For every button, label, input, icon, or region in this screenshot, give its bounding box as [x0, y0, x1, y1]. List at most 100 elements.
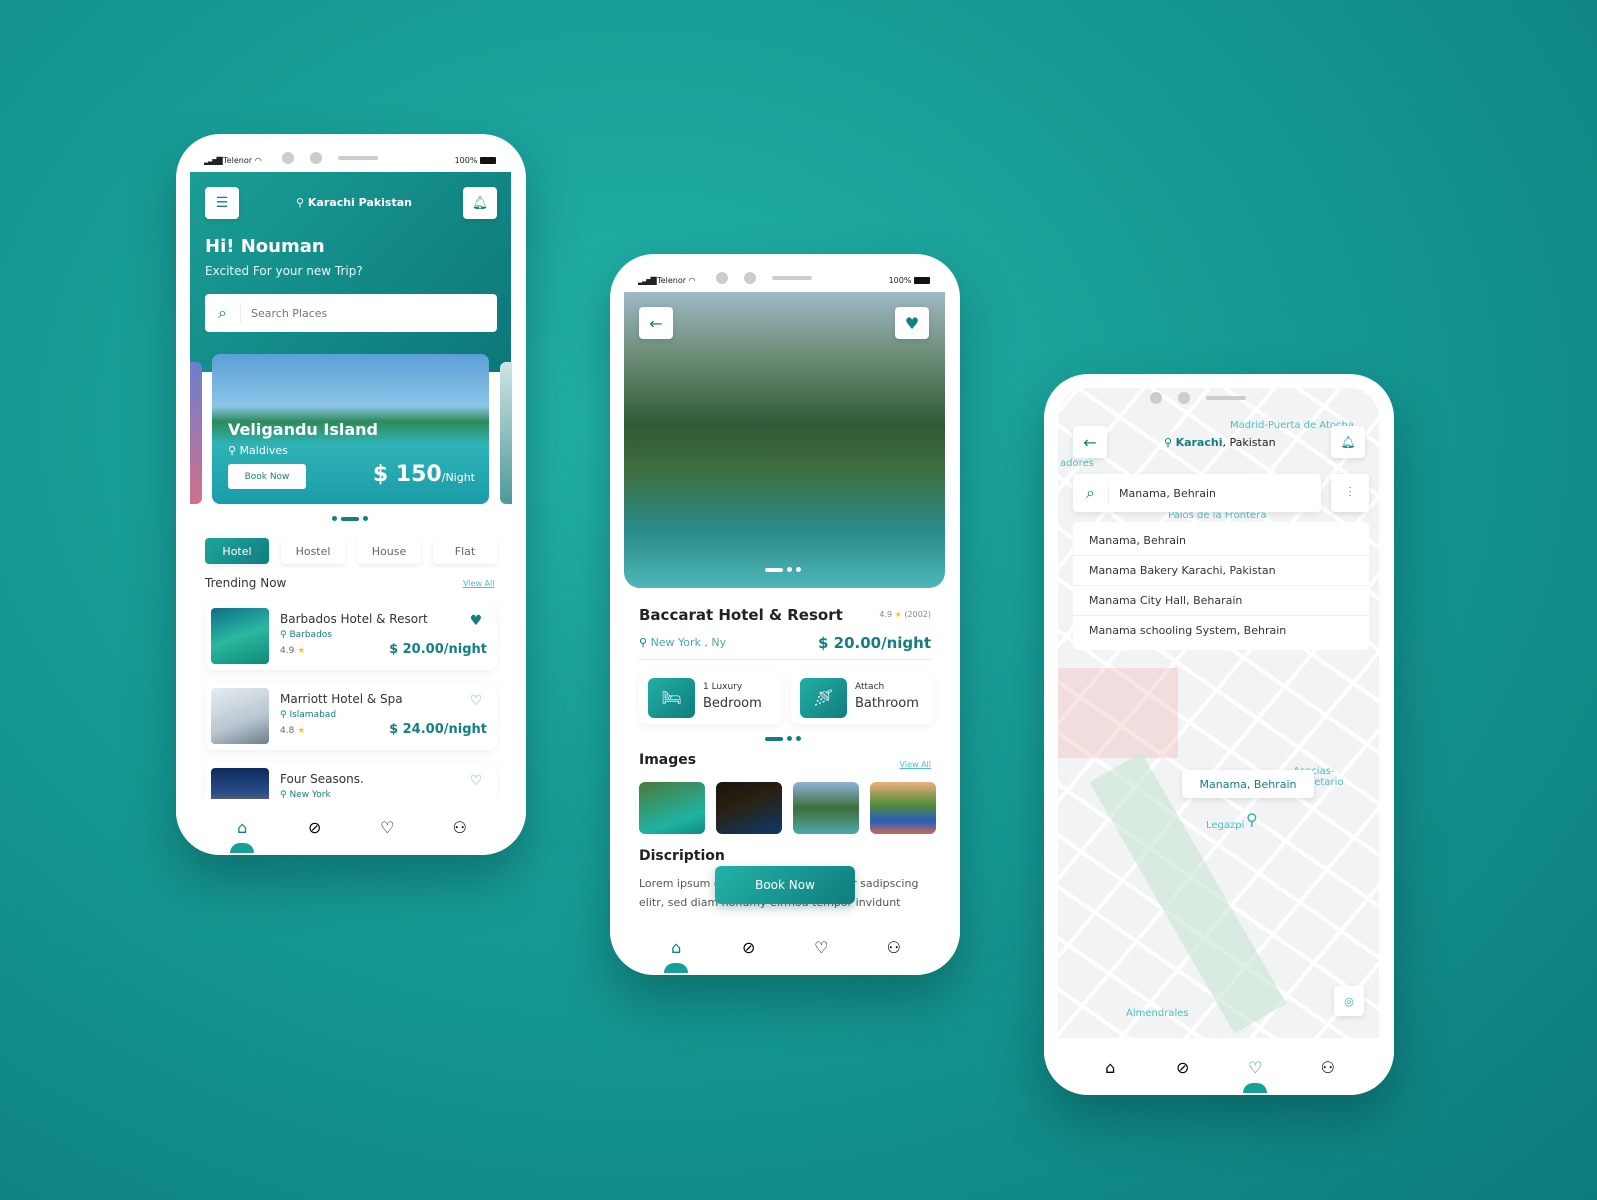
back-button[interactable]: ←: [1073, 426, 1107, 458]
arrow-left-icon: ←: [1083, 432, 1097, 452]
bell-icon: 🔔︎: [471, 195, 489, 211]
signal-icon: ▂▃▅▇: [638, 275, 657, 285]
featured-name: Veligandu Island: [228, 420, 378, 439]
hotel-name: Four Seasons.: [280, 772, 364, 786]
hotel-price: $ 24.00/night: [389, 722, 487, 737]
bathroom-icon: 🚿︎: [800, 678, 847, 718]
search-input[interactable]: [1119, 486, 1309, 500]
menu-button[interactable]: ☰: [205, 187, 239, 219]
profile-icon[interactable]: ⚇: [1308, 1047, 1348, 1087]
hotel-location-text: Islamabad: [289, 710, 337, 720]
gallery-image[interactable]: [870, 782, 936, 834]
search-icon: ⌕: [1073, 483, 1109, 503]
bottom-nav: ⌂ ⊘ ♡ ⚇: [176, 799, 526, 855]
gallery-image[interactable]: [793, 782, 859, 834]
battery-icon: [914, 276, 930, 284]
rating-value: 4.8: [280, 726, 295, 736]
prev-featured-card[interactable]: [190, 362, 202, 504]
tab-flat[interactable]: Flat: [433, 538, 497, 564]
wifi-icon: ◠: [688, 275, 696, 285]
amenity-dots[interactable]: [765, 736, 801, 741]
gallery-image[interactable]: [639, 782, 705, 834]
hotel-location: ⚲ Barbados: [280, 630, 332, 640]
tab-house[interactable]: House: [357, 538, 421, 564]
map-screen-phone: Madrid-Puerta de Atocha adores Palos de …: [1044, 374, 1394, 1095]
featured-location: ⚲ Maldives: [228, 444, 288, 457]
pin-icon: ⚲: [296, 196, 305, 209]
bottom-nav: ⌂ ⊘ ♡ ⚇: [1044, 1039, 1394, 1095]
category-tabs: Hotel Hostel House Flat: [205, 538, 505, 564]
compass-icon[interactable]: ⊘: [1163, 1047, 1203, 1087]
hotel-thumbnail: [211, 688, 269, 744]
home-icon[interactable]: ⌂: [1090, 1047, 1130, 1087]
rating-value: 4.9: [879, 610, 893, 619]
suggestions-list: Manama, Behrain Manama Bakery Karachi, P…: [1073, 522, 1369, 650]
home-icon[interactable]: ⌂: [656, 927, 696, 973]
hotel-title: Baccarat Hotel & Resort: [639, 606, 843, 624]
featured-card[interactable]: Veligandu Island ⚲ Maldives Book Now $ 1…: [212, 354, 489, 504]
suggestion-item[interactable]: Manama, Behrain: [1073, 526, 1369, 556]
hotel-list-item[interactable]: Marriott Hotel & Spa ⚲ Islamabad 4.8 ★ $…: [205, 682, 497, 750]
carousel-dots[interactable]: [332, 516, 368, 521]
heart-icon[interactable]: ♡: [801, 927, 841, 967]
heart-icon[interactable]: ♡: [367, 807, 407, 847]
location-country: , Pakistan: [1222, 436, 1276, 449]
star-icon: ★: [894, 610, 902, 619]
favorite-filled-icon[interactable]: ♥: [465, 610, 487, 632]
suggestion-item[interactable]: Manama City Hall, Beharain: [1073, 586, 1369, 616]
favorite-outline-icon[interactable]: ♡: [465, 770, 487, 792]
hotel-rating: 4.9 ★: [280, 646, 305, 656]
location-text: Karachi Pakistan: [307, 196, 412, 209]
image-carousel-dots[interactable]: [765, 567, 801, 572]
camera-notch: [282, 152, 378, 164]
my-location-button[interactable]: ◎: [1334, 986, 1364, 1016]
compass-icon[interactable]: ⊘: [295, 807, 335, 847]
favorite-button[interactable]: ♥: [895, 307, 929, 339]
home-icon[interactable]: ⌂: [222, 807, 262, 853]
back-button[interactable]: ←: [639, 307, 673, 339]
map-pin-label[interactable]: Manama, Behrain: [1182, 770, 1314, 798]
detail-screen-phone: ▂▃▅▇ Telenor ◠ 100% ← ♥ Baccarat Hotel &…: [610, 254, 960, 975]
book-now-button[interactable]: Book Now: [715, 866, 855, 904]
notification-button[interactable]: 🔔︎: [1331, 426, 1365, 458]
tab-hostel[interactable]: Hostel: [281, 538, 345, 564]
menu-icon: ☰: [215, 195, 229, 211]
greeting-subtitle: Excited For your new Trip?: [205, 264, 363, 278]
pin-icon: ⚲: [1164, 436, 1173, 449]
suggestion-item[interactable]: Manama Bakery Karachi, Pakistan: [1073, 556, 1369, 586]
heart-icon[interactable]: ♡: [1235, 1047, 1275, 1093]
gallery-image[interactable]: [716, 782, 782, 834]
location-label: ⚲ Karachi, Pakistan: [1164, 436, 1276, 449]
amenity-bottom: Bathroom: [855, 696, 919, 711]
review-count: (2002): [904, 610, 931, 619]
next-featured-card[interactable]: [500, 362, 512, 504]
amenity-card[interactable]: 🛏︎ 1 Luxury Bedroom: [639, 672, 781, 724]
battery-level: 100%: [888, 275, 912, 285]
compass-icon[interactable]: ⊘: [729, 927, 769, 967]
divider: [639, 659, 931, 660]
suggestion-item[interactable]: Manama schooling System, Behrain: [1073, 616, 1369, 646]
location-city: Karachi: [1175, 436, 1223, 449]
search-input[interactable]: [251, 306, 471, 320]
featured-book-button[interactable]: Book Now: [228, 464, 306, 489]
view-all-link[interactable]: View All: [463, 579, 494, 588]
notification-button[interactable]: 🔔︎: [463, 187, 497, 219]
view-all-link[interactable]: View All: [900, 760, 931, 769]
search-icon: ⌕: [205, 303, 241, 323]
hotel-thumbnail: [211, 608, 269, 664]
hotel-location: ⚲ Islamabad: [280, 710, 337, 720]
hotel-rating: 4.9 ★ (2002): [879, 610, 931, 619]
home-screen-phone: ▂▃▅▇ Telenor ◠ 100% ☰ ⚲ Karachi Pakistan…: [176, 134, 526, 855]
map-pin-icon[interactable]: ⚲: [1246, 810, 1258, 829]
favorite-outline-icon[interactable]: ♡: [465, 690, 487, 712]
profile-icon[interactable]: ⚇: [874, 927, 914, 967]
map-label: adores: [1060, 458, 1094, 469]
filter-button[interactable]: ⫶: [1331, 474, 1369, 512]
camera-notch: [1150, 392, 1246, 404]
profile-icon[interactable]: ⚇: [440, 807, 480, 847]
map-label: Almendrales: [1126, 1008, 1189, 1019]
hotel-list-item[interactable]: Barbados Hotel & Resort ⚲ Barbados 4.9 ★…: [205, 602, 497, 670]
tab-hotel[interactable]: Hotel: [205, 538, 269, 564]
amenity-top: Attach: [855, 682, 885, 692]
amenity-card[interactable]: 🚿︎ Attach Bathroom: [791, 672, 933, 724]
